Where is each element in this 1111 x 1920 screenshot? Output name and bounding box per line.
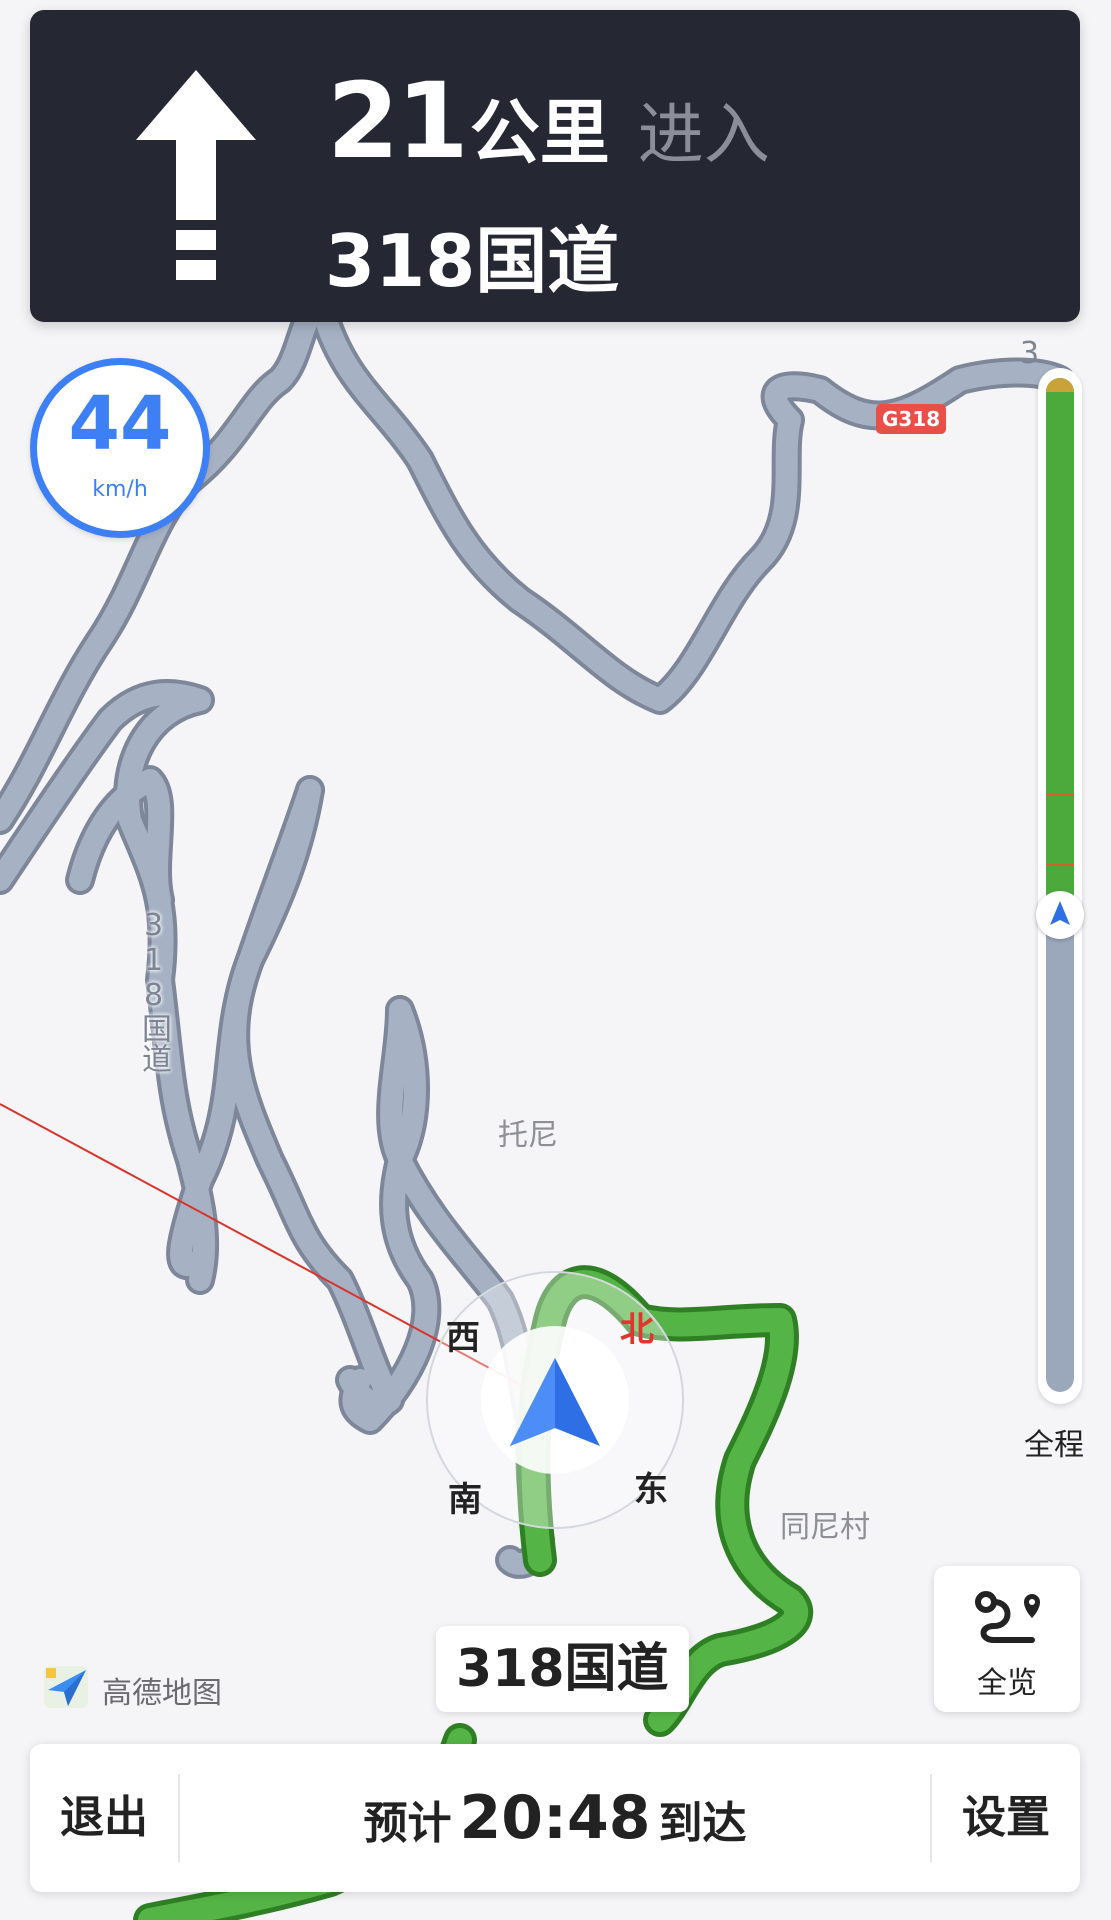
route-overview-icon	[975, 1591, 1040, 1643]
current-road-label: 318国道	[436, 1626, 689, 1712]
guidance-road-name: 318国道	[325, 219, 620, 303]
map-edge-label: 3	[1020, 336, 1040, 371]
route-progress-segment-marker	[1046, 864, 1074, 866]
bottom-bar: 退出 预计 20:48 到达 设置	[30, 1744, 1080, 1892]
straight-ahead-arrow-icon	[136, 70, 256, 280]
overview-button[interactable]: 全览	[934, 1566, 1080, 1712]
guidance-distance-line: 21公里 进入	[327, 60, 770, 182]
compass-east-label: 东	[634, 1470, 668, 1510]
eta-time: 20:48	[459, 1783, 651, 1853]
amap-logo-text: 高德地图	[102, 1676, 222, 1711]
place-label-tongni-village: 同尼村	[780, 1510, 870, 1545]
compass-south-label: 南	[448, 1480, 482, 1520]
guidance-banner[interactable]: 21公里 进入 318国道	[30, 10, 1080, 322]
route-progress-remaining	[1046, 378, 1074, 916]
speed-unit: km/h	[92, 477, 148, 502]
navigation-arrow-icon	[1050, 901, 1070, 926]
progress-position-icon	[1036, 891, 1084, 940]
speed-indicator: 44 km/h	[30, 358, 210, 538]
speed-value: 44	[68, 381, 172, 467]
exit-button[interactable]: 退出	[30, 1744, 178, 1892]
compass-west-label: 西	[446, 1318, 480, 1358]
highway-shield-badge: G318	[876, 404, 947, 434]
eta-suffix: 到达	[658, 1798, 747, 1849]
overview-label: 全览	[977, 1666, 1037, 1701]
route-progress-track	[1046, 378, 1074, 1392]
road-label-vertical: 318国道	[133, 908, 173, 1073]
route-progress-bar[interactable]	[1038, 368, 1082, 1404]
eta-prefix: 预计	[363, 1798, 452, 1849]
navigation-screen: 318国道 托尼 同尼村 G318 3 北 西 南 东 21公里 进入 318国道…	[0, 0, 1111, 1920]
guidance-distance: 21	[327, 60, 469, 182]
route-progress-segment-marker	[1046, 794, 1074, 796]
route-progress-label: 全程	[1024, 1428, 1084, 1463]
eta-display: 预计 20:48 到达	[178, 1744, 932, 1892]
compass-north-label: 北	[620, 1310, 654, 1350]
guidance-action: 进入	[637, 96, 770, 173]
amap-logo-icon	[44, 1666, 88, 1708]
place-label-tuoni: 托尼	[498, 1118, 558, 1153]
road-label-vertical-text: 318国道	[136, 908, 171, 1073]
settings-button[interactable]: 设置	[932, 1744, 1080, 1892]
route-progress-destination	[1046, 378, 1074, 392]
guidance-distance-unit: 公里	[469, 92, 610, 174]
